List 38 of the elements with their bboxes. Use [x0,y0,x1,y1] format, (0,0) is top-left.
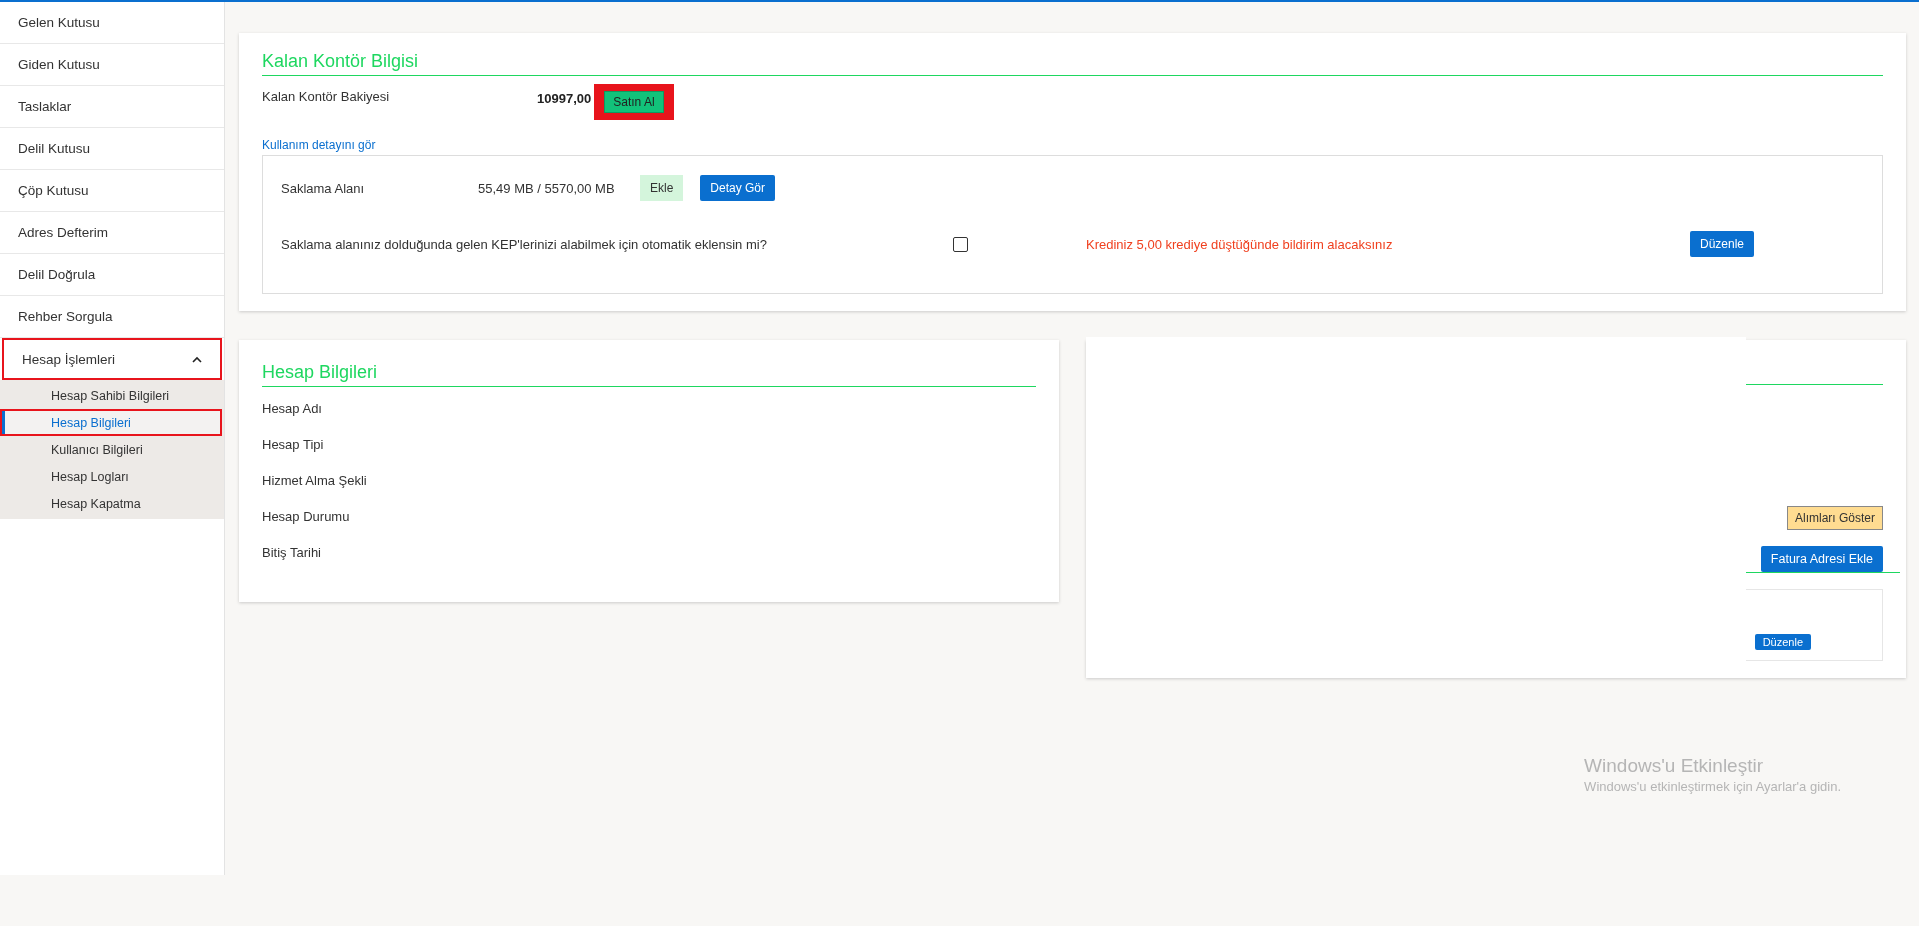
sidebar-item[interactable]: Çöp Kutusu [0,170,224,212]
sidebar-item[interactable]: Adres Defterim [0,212,224,254]
submenu-item[interactable]: Hesap Kapatma [0,490,224,517]
field-label: Hizmet Alma Şekli [262,473,368,488]
add-button[interactable]: Ekle [640,175,684,201]
sidebar-item[interactable]: Giden Kutusu [0,44,224,86]
field-label: Hesap Tipi [262,437,325,452]
section-title: Hesap Bilgileri [262,362,1036,387]
purchases-button[interactable]: Alımları Göster [1787,506,1883,530]
storage-label: Saklama Alanı [281,180,366,196]
sidebar-item[interactable]: Taslaklar [0,86,224,128]
detail-button[interactable]: Detay Gör [700,175,776,201]
section-title: Kalan Kontör Bilgisi [262,51,1883,76]
sidebar-item[interactable]: Delil Kutusu [0,128,224,170]
sidebar-item[interactable]: Gelen Kutusu [0,2,224,44]
balance-value: 10997,00 [537,91,592,106]
auto-add-question: Saklama alanınız dolduğunda gelen KEP'lerinizi alabilmek için otomatik eklensin mi? [281,236,768,252]
submenu-item[interactable]: Hesap Sahibi Bilgileri [0,382,224,409]
usage-detail-link[interactable]: Kullanım detayını gör [262,138,376,152]
notice-text: Krediniz 5,00 krediye düştüğünde bildirim alacaksınız [1086,236,1394,252]
sidebar-item[interactable]: Rehber Sorgula [0,296,224,338]
activation-title: Windows'u Etkinleştir [1584,755,1764,777]
add-address-button[interactable]: Fatura Adresi Ekle [1760,546,1883,572]
activation-hint: Windows'u etkinleştirmek için Ayarlar'a gidin. [1584,779,1841,794]
field-label: Hesap Durumu [262,509,351,524]
storage-value: 55,49 MB / 5570,00 MB [478,180,616,196]
edit-button[interactable]: Düzenle [1754,634,1811,650]
sidebar-item[interactable]: Delil Doğrula [0,254,224,296]
field-label: Bitiş Tarihi [262,545,322,560]
balance-label: Kalan Kontör Bakiyesi [262,89,391,104]
edit-button[interactable]: Düzenle [1690,231,1755,257]
submenu-item[interactable]: Kullanıcı Bilgileri [0,436,224,463]
submenu-item[interactable]: Hesap Bilgileri [0,409,222,436]
buy-button[interactable]: Satın Al [604,91,664,113]
auto-add-checkbox[interactable] [953,236,968,252]
submenu-item[interactable]: Hesap Logları [0,463,224,490]
field-label: Hesap Adı [262,401,323,416]
sidebar-item[interactable]: Hesap İşlemleri [2,338,222,380]
